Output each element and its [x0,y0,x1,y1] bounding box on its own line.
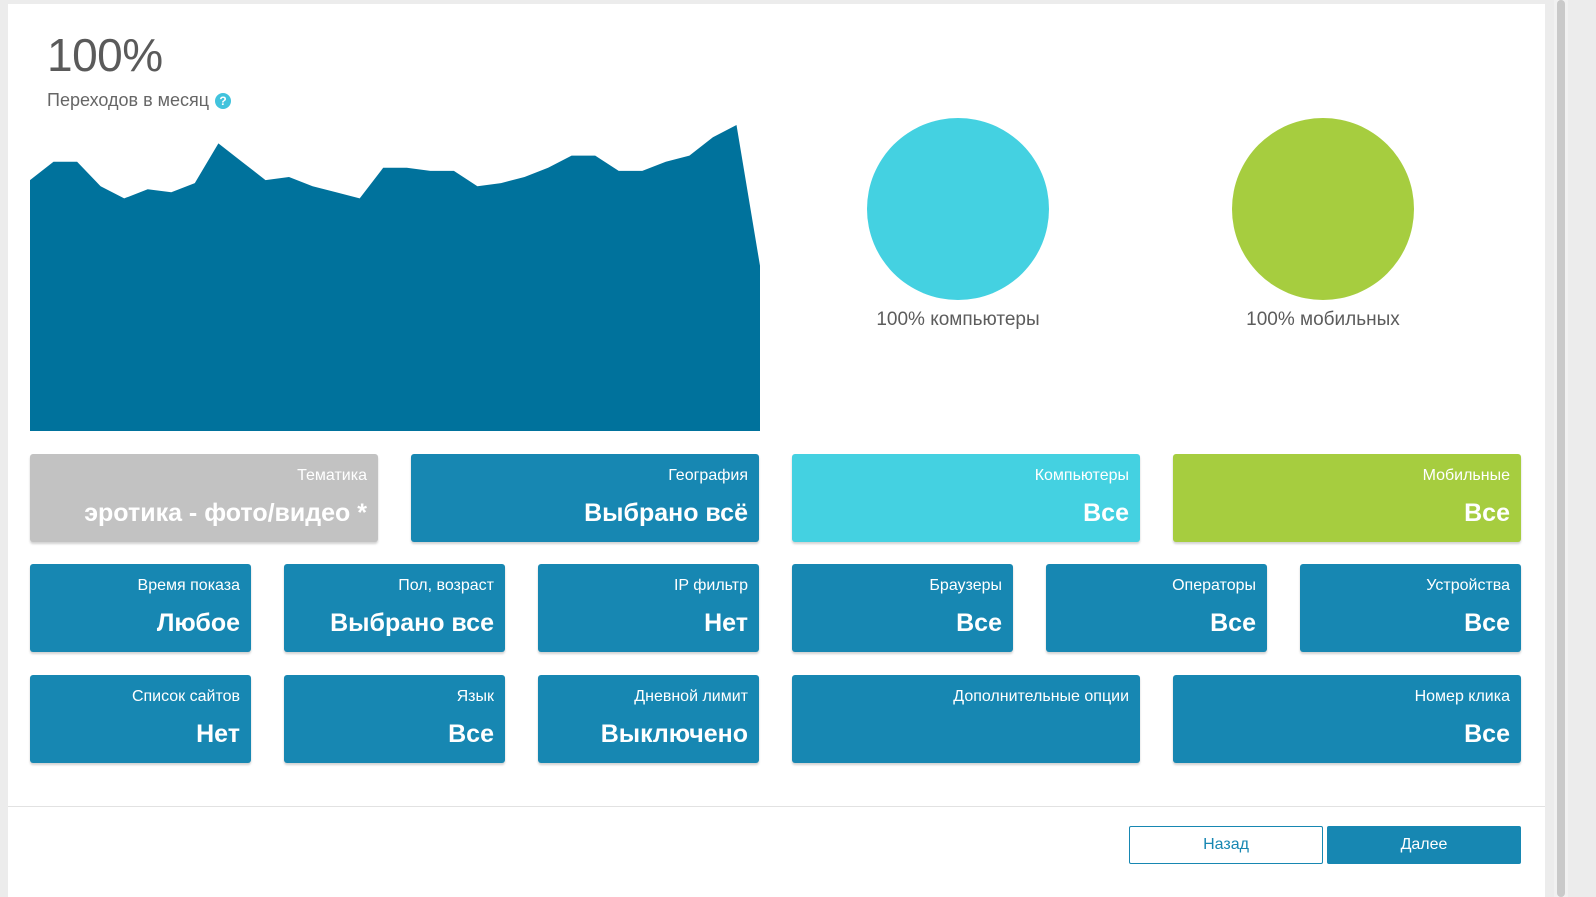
tile-click-number[interactable]: Номер клика Все [1173,675,1521,763]
tile-ip-filter-value: Нет [704,609,748,637]
traffic-subtitle-text: Переходов в месяц [47,90,210,110]
tile-mobile-label: Мобильные [1422,467,1510,484]
tile-daily-limit[interactable]: Дневной лимит Выключено [538,675,759,763]
tile-gender-age-label: Пол, возраст [398,577,494,594]
tile-geo[interactable]: География Выбрано всё [411,454,759,542]
tile-language[interactable]: Язык Все [284,675,505,763]
tile-operators-value: Все [1210,609,1256,637]
footer-divider [8,806,1545,807]
tile-browsers-label: Браузеры [929,577,1002,594]
tile-devices-label: Устройства [1426,577,1510,594]
computers-circle-label: 100% компьютеры [876,309,1040,330]
tile-devices[interactable]: Устройства Все [1300,564,1521,652]
tile-daily-limit-label: Дневной лимит [634,688,748,705]
scrollbar-thumb[interactable] [1557,0,1565,897]
tile-extra-options-label: Дополнительные опции [953,688,1129,705]
tile-gender-age-value: Выбрано все [330,609,494,637]
computers-circle [867,118,1049,300]
tile-ip-filter[interactable]: IP фильтр Нет [538,564,759,652]
traffic-area-series [30,125,760,431]
traffic-percent: 100% [47,29,163,81]
tile-ip-filter-label: IP фильтр [673,577,748,594]
tile-click-number-label: Номер клика [1414,688,1510,705]
tile-sites[interactable]: Список сайтов Нет [30,675,251,763]
tile-theme-value: эротика - фото/видео * [84,499,367,527]
tile-extra-options[interactable]: Дополнительные опции [792,675,1140,763]
tile-computers[interactable]: Компьютеры Все [792,454,1140,542]
tile-theme-label: Тематика [297,467,367,484]
tile-mobile[interactable]: Мобильные Все [1173,454,1521,542]
tile-operators[interactable]: Операторы Все [1046,564,1267,652]
tile-theme[interactable]: Тематика эротика - фото/видео * [30,454,378,542]
tile-language-label: Язык [456,688,494,705]
tile-operators-label: Операторы [1172,577,1256,594]
tile-sites-label: Список сайтов [131,688,240,705]
mobile-circle [1232,118,1414,300]
tile-computers-label: Компьютеры [1034,467,1129,484]
tile-time-label: Время показа [137,577,240,594]
tile-browsers-value: Все [956,609,1002,637]
tile-geo-value: Выбрано всё [584,499,748,527]
question-circle-icon[interactable]: ? [215,92,232,109]
tile-time[interactable]: Время показа Любое [30,564,251,652]
next-button[interactable]: Далее [1327,826,1521,864]
tile-daily-limit-value: Выключено [600,720,748,748]
tile-gender-age[interactable]: Пол, возраст Выбрано все [284,564,505,652]
tile-computers-value: Все [1083,499,1129,527]
tile-click-number-value: Все [1464,720,1510,748]
back-button[interactable]: Назад [1129,826,1323,864]
tile-geo-label: География [668,467,748,484]
page-scrollbar[interactable] [1554,0,1568,897]
traffic-area-chart [30,125,760,431]
tile-mobile-value: Все [1464,499,1510,527]
mobile-circle-label: 100% мобильных [1246,309,1400,330]
traffic-subtitle: Переходов в месяц ? [47,90,232,111]
tile-browsers[interactable]: Браузеры Все [792,564,1013,652]
tile-time-value: Любое [156,609,240,637]
tile-devices-value: Все [1464,609,1510,637]
tile-language-value: Все [448,720,494,748]
tile-sites-value: Нет [196,720,240,748]
